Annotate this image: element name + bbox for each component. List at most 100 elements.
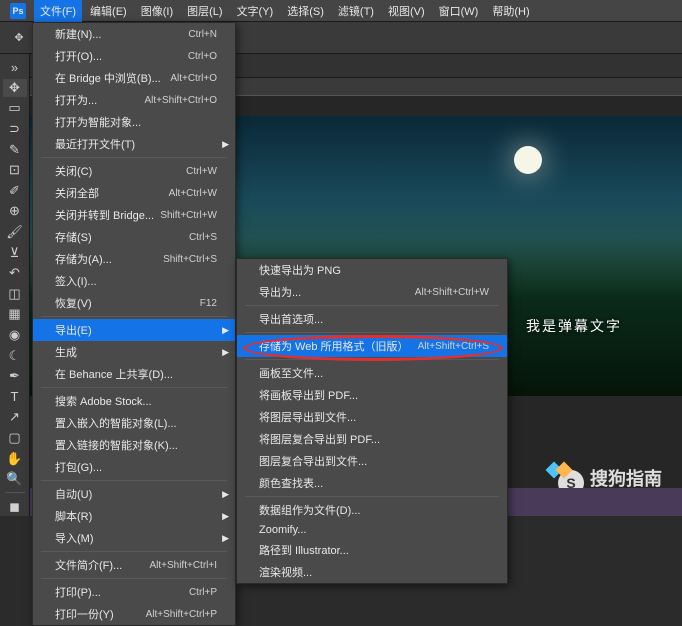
file-menu-dropdown: 新建(N)...Ctrl+N 打开(O)... Ctrl+O 在 Bridge 中浏览…	[32, 22, 236, 626]
menu-item-label: 打开为智能对象...	[55, 114, 141, 130]
menu-separator	[41, 316, 227, 317]
menu-item-label: 路径到 Illustrator...	[259, 542, 349, 558]
menu-view[interactable]: 视图(V)	[382, 0, 431, 22]
file-menu-item[interactable]: 新建(N)...Ctrl+N	[33, 23, 235, 45]
export-menu-item[interactable]: 将画板导出到 PDF...	[237, 384, 507, 406]
export-menu-item[interactable]: Zoomify...	[237, 521, 507, 539]
menu-filter[interactable]: 滤镜(T)	[332, 0, 380, 22]
move-tool-icon: ✥	[10, 29, 28, 47]
menu-window[interactable]: 窗口(W)	[433, 0, 485, 22]
file-menu-item[interactable]: 置入嵌入的智能对象(L)...	[33, 412, 235, 434]
file-menu-item[interactable]: 关闭全部Alt+Ctrl+W	[33, 182, 235, 204]
moon-graphic	[514, 146, 542, 174]
file-menu-item[interactable]: 关闭并转到 Bridge...Shift+Ctrl+W	[33, 204, 235, 226]
gradient-tool[interactable]: ▦	[3, 305, 27, 324]
crop-tool[interactable]: ⊡	[3, 161, 27, 180]
healing-tool[interactable]: ⊕	[3, 202, 27, 221]
dodge-tool[interactable]: ☾	[3, 346, 27, 365]
pen-tool[interactable]: ✒	[3, 367, 27, 386]
quick-select-tool[interactable]: ✎	[3, 140, 27, 159]
brush-tool[interactable]: 🖌	[3, 223, 27, 242]
menu-item-label: 签入(I)...	[55, 273, 97, 289]
menu-item-label: 关闭并转到 Bridge...	[55, 207, 154, 223]
submenu-arrow-icon: ▶	[222, 533, 229, 544]
collapse-icon[interactable]: »	[3, 58, 27, 77]
file-menu-item[interactable]: 恢复(V)F12	[33, 292, 235, 314]
export-menu-item[interactable]: 画板至文件...	[237, 362, 507, 384]
export-menu-item[interactable]: 将图层复合导出到 PDF...	[237, 428, 507, 450]
blur-tool[interactable]: ◉	[3, 326, 27, 345]
file-menu-item[interactable]: 导入(M) ▶	[33, 527, 235, 549]
export-menu-item[interactable]: 路径到 Illustrator...	[237, 539, 507, 561]
colors-swatch[interactable]: ◼	[3, 497, 27, 516]
export-menu-item[interactable]: 存储为 Web 所用格式（旧版）Alt+Shift+Ctrl+S	[237, 335, 507, 357]
submenu-arrow-icon: ▶	[222, 489, 229, 500]
export-menu-item[interactable]: 颜色查找表...	[237, 472, 507, 494]
eraser-tool[interactable]: ◫	[3, 285, 27, 304]
file-menu-item[interactable]: 打印一份(Y)Alt+Shift+Ctrl+P	[33, 603, 235, 625]
marquee-tool[interactable]: ▭	[3, 99, 27, 118]
file-menu-item[interactable]: 搜索 Adobe Stock...	[33, 390, 235, 412]
type-tool[interactable]: T	[3, 388, 27, 407]
file-menu-item[interactable]: 签入(I)...	[33, 270, 235, 292]
menu-edit[interactable]: 编辑(E)	[84, 0, 133, 22]
file-menu-item[interactable]: 自动(U)▶	[33, 483, 235, 505]
history-brush-tool[interactable]: ↶	[3, 264, 27, 283]
export-menu-item[interactable]: 图层复合导出到文件...	[237, 450, 507, 472]
menu-shortcut: Ctrl+O	[188, 51, 217, 62]
file-menu-item[interactable]: 置入链接的智能对象(K)...	[33, 434, 235, 456]
file-menu-item[interactable]: 打开为...Alt+Shift+Ctrl+O	[33, 89, 235, 111]
file-menu-item[interactable]: 文件简介(F)...Alt+Shift+Ctrl+I	[33, 554, 235, 576]
file-menu-item[interactable]: 在 Bridge 中浏览(B)...Alt+Ctrl+O	[33, 67, 235, 89]
menu-image[interactable]: 图像(I)	[135, 0, 179, 22]
eyedropper-tool[interactable]: ✐	[3, 182, 27, 201]
menu-item-label: 置入链接的智能对象(K)...	[55, 437, 178, 453]
file-menu-item[interactable]: 打开(O)... Ctrl+O	[33, 45, 235, 67]
export-menu-item[interactable]: 将图层导出到文件...	[237, 406, 507, 428]
export-menu-item[interactable]: 导出首选项...	[237, 308, 507, 330]
stamp-tool[interactable]: ⊻	[3, 243, 27, 262]
menu-item-label: 关闭全部	[55, 185, 99, 201]
menu-item-label: 文件简介(F)...	[55, 557, 122, 573]
file-menu-item[interactable]: 打开为智能对象...	[33, 111, 235, 133]
menu-item-label: 恢复(V)	[55, 295, 92, 311]
export-menu-item[interactable]: 快速导出为 PNG	[237, 259, 507, 281]
menu-type[interactable]: 文字(Y)	[231, 0, 280, 22]
file-menu-item[interactable]: 在 Behance 上共享(D)...	[33, 363, 235, 385]
menu-shortcut: Ctrl+P	[189, 587, 217, 598]
menu-select[interactable]: 选择(S)	[281, 0, 330, 22]
menu-item-label: 打开(O)...	[55, 48, 102, 64]
tools-separator	[5, 492, 25, 493]
export-menu-item[interactable]: 数据组作为文件(D)...	[237, 499, 507, 521]
hand-tool[interactable]: ✋	[3, 449, 27, 468]
file-menu-item[interactable]: 脚本(R)▶	[33, 505, 235, 527]
file-menu-item[interactable]: 关闭(C)Ctrl+W	[33, 160, 235, 182]
app-logo: Ps	[10, 3, 26, 19]
menu-file[interactable]: 文件(F)	[34, 0, 82, 22]
rectangle-tool[interactable]: ▢	[3, 429, 27, 448]
file-menu-item[interactable]: 存储为(A)...Shift+Ctrl+S	[33, 248, 235, 270]
file-menu-item[interactable]: 导出(E)▶	[33, 319, 235, 341]
menu-item-label: 生成	[55, 344, 77, 360]
export-menu-item[interactable]: 导出为...Alt+Shift+Ctrl+W	[237, 281, 507, 303]
file-menu-item[interactable]: 最近打开文件(T)▶	[33, 133, 235, 155]
lasso-tool[interactable]: ⊃	[3, 120, 27, 139]
menu-separator	[245, 305, 499, 306]
submenu-arrow-icon: ▶	[222, 511, 229, 522]
export-menu-item[interactable]: 渲染视频...	[237, 561, 507, 583]
file-menu-item[interactable]: 存储(S)Ctrl+S	[33, 226, 235, 248]
file-menu-item[interactable]: 打印(P)...Ctrl+P	[33, 581, 235, 603]
export-submenu: 快速导出为 PNG导出为...Alt+Shift+Ctrl+W 导出首选项... 存…	[236, 258, 508, 584]
menu-separator	[245, 332, 499, 333]
menu-item-label: 导入(M)	[55, 530, 94, 546]
file-menu-item[interactable]: 打包(G)...	[33, 456, 235, 478]
menu-separator	[245, 359, 499, 360]
move-tool[interactable]: ✥	[3, 79, 27, 98]
menu-separator	[41, 578, 227, 579]
zoom-tool[interactable]: 🔍	[3, 470, 27, 489]
file-menu-item[interactable]: 生成▶	[33, 341, 235, 363]
menu-help[interactable]: 帮助(H)	[486, 0, 535, 22]
menu-layer[interactable]: 图层(L)	[181, 0, 228, 22]
path-tool[interactable]: ↗	[3, 408, 27, 427]
menu-item-label: 渲染视频...	[259, 564, 312, 580]
